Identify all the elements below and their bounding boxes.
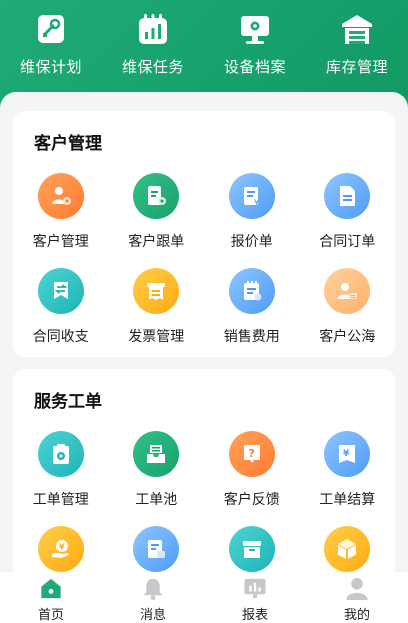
service-order-card: 服务工单 工单管理 工单池 ? 客户反馈 ¥ 工单结算 ¥ <box>13 369 395 572</box>
tab-messages[interactable]: 消息 <box>102 572 204 623</box>
doc-table-icon <box>148 540 166 558</box>
tab-reports[interactable]: 报表 <box>204 572 306 623</box>
section-title: 客户管理 <box>34 134 102 153</box>
yen-doc-icon: ¥ <box>339 445 356 463</box>
svg-text:¥: ¥ <box>59 543 65 552</box>
svg-text:?: ? <box>248 447 254 460</box>
section-title: 服务工单 <box>34 392 102 411</box>
archive-icon <box>242 541 261 558</box>
top-nav-maintenance-task[interactable]: 维保任务 <box>102 0 204 90</box>
bottom-tabbar: 首页 消息 报表 我的 <box>0 572 408 623</box>
doc-gear-icon <box>148 186 167 205</box>
grid-item-payment[interactable]: ¥ <box>13 526 109 572</box>
top-nav-label: 库存管理 <box>325 59 388 76</box>
grid-item-customer-follow-up[interactable]: 客户跟单 <box>109 173 205 251</box>
grid-item-work-order-management[interactable]: 工单管理 <box>13 431 109 509</box>
grid-item-sales-expenses[interactable]: 销售费用 <box>204 268 300 346</box>
service-grid: 工单管理 工单池 ? 客户反馈 ¥ 工单结算 ¥ <box>13 431 395 572</box>
top-nav-maintenance-plan[interactable]: 维保计划 <box>0 0 102 90</box>
svg-text:¥: ¥ <box>254 198 259 207</box>
tab-profile[interactable]: 我的 <box>306 572 408 623</box>
customer-grid: 客户管理 客户跟单 ¥ 报价单 合同订单 合同收支 发票管理 销售费用 客户公海 <box>13 173 395 346</box>
top-nav: 维保计划 维保任务 设备档案 库存管理 <box>0 0 408 90</box>
grid-item-contract-payments[interactable]: 合同收支 <box>13 268 109 346</box>
yen-hand-icon: ¥ <box>51 540 69 558</box>
main-content: 客户管理 客户管理 客户跟单 ¥ 报价单 合同订单 合同收支 发票管理 销售费用… <box>0 92 408 572</box>
calendar-chart-icon <box>139 14 167 44</box>
notepad-icon <box>243 281 262 301</box>
quote-doc-icon: ¥ <box>243 187 259 207</box>
doc-icon <box>340 186 356 206</box>
warehouse-icon <box>342 15 372 44</box>
top-nav-equipment-archive[interactable]: 设备档案 <box>204 0 306 90</box>
question-icon: ? <box>243 445 260 463</box>
home-icon <box>41 578 61 599</box>
inbox-icon <box>147 445 166 463</box>
grid-item-archive[interactable] <box>204 526 300 572</box>
user-card-icon <box>338 283 358 299</box>
clipboard-gear-icon <box>52 444 69 464</box>
grid-item-quotation[interactable]: ¥ 报价单 <box>204 173 300 251</box>
grid-item-records[interactable] <box>109 526 205 572</box>
bell-icon <box>143 578 163 601</box>
grid-item-customer-pool[interactable]: 客户公海 <box>300 268 396 346</box>
customer-management-card: 客户管理 客户管理 客户跟单 ¥ 报价单 合同订单 合同收支 发票管理 销售费用… <box>13 111 395 357</box>
monitor-gear-icon <box>241 16 269 44</box>
top-nav-label: 维保计划 <box>19 59 82 76</box>
grid-item-work-order-pool[interactable]: 工单池 <box>109 431 205 509</box>
top-nav-inventory[interactable]: 库存管理 <box>306 0 408 90</box>
invoice-icon <box>147 283 166 300</box>
grid-item-work-order-settlement[interactable]: ¥ 工单结算 <box>300 431 396 509</box>
report-icon <box>244 578 266 599</box>
wrench-doc-icon <box>38 15 64 43</box>
tab-home[interactable]: 首页 <box>0 572 102 623</box>
top-nav-label: 设备档案 <box>223 59 286 76</box>
user-icon <box>346 577 368 601</box>
exchange-icon <box>53 282 68 299</box>
grid-item-invoice-management[interactable]: 发票管理 <box>109 268 205 346</box>
grid-item-contract-order[interactable]: 合同订单 <box>300 173 396 251</box>
grid-item-package[interactable] <box>300 526 396 572</box>
user-gear-icon <box>51 187 71 205</box>
grid-item-customer-management[interactable]: 客户管理 <box>13 173 109 251</box>
grid-item-customer-feedback[interactable]: ? 客户反馈 <box>204 431 300 509</box>
box-icon <box>338 539 357 559</box>
top-nav-label: 维保任务 <box>121 59 184 76</box>
svg-text:¥: ¥ <box>343 449 350 459</box>
